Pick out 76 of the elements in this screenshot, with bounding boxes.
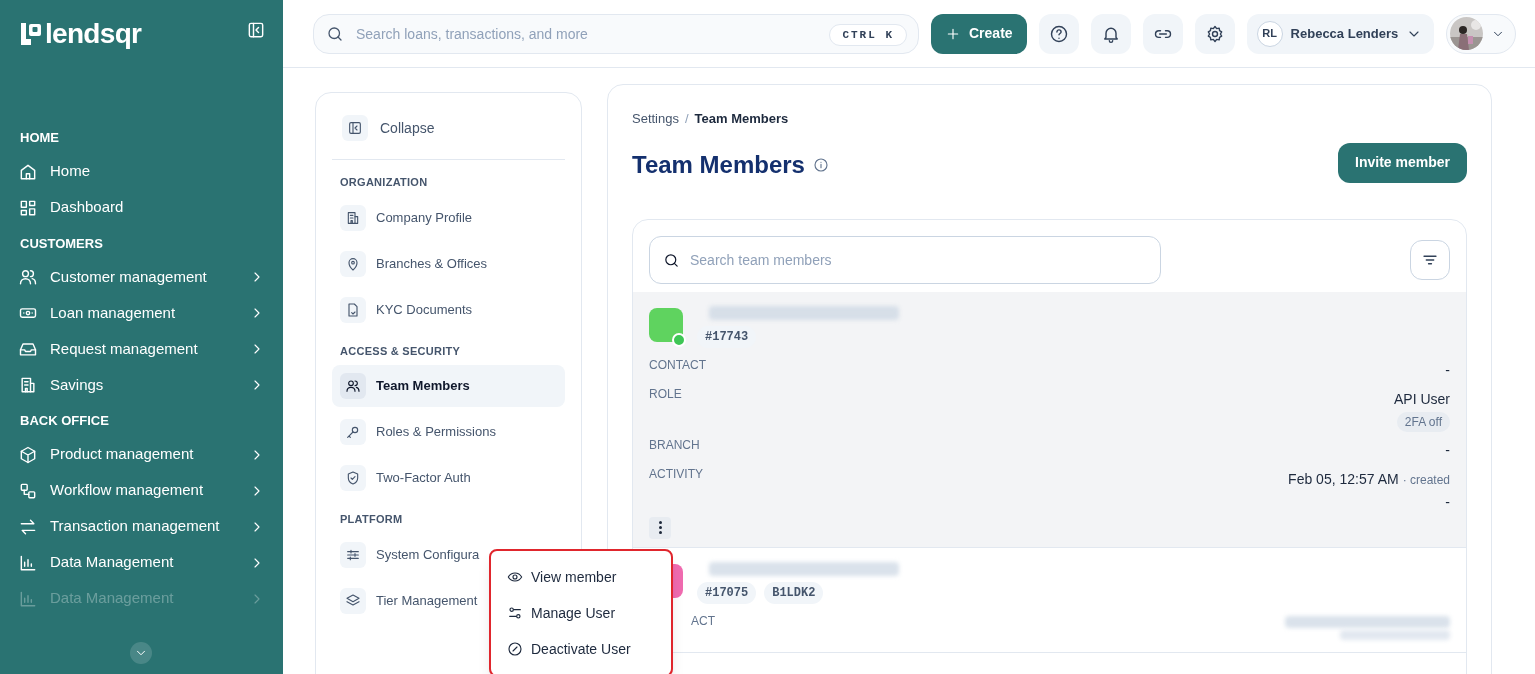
field-label: ACTIVITY <box>649 465 703 483</box>
field-value: - <box>1445 492 1450 512</box>
more-actions-button[interactable] <box>649 516 671 539</box>
sidebar-item[interactable]: Data Management <box>0 544 283 581</box>
users-icon <box>345 378 361 394</box>
settings-nav-item[interactable]: Branches & Offices <box>332 242 565 285</box>
field-value: Feb 05, 12:57 AM <box>1288 469 1399 489</box>
initials-avatar: RL <box>1256 20 1283 47</box>
sidebar-item[interactable]: Transaction management <box>0 508 283 545</box>
location-pin-icon <box>345 255 361 272</box>
two-factor-badge: 2FA off <box>1396 411 1450 432</box>
sidebar-item[interactable]: Workflow management <box>0 472 283 509</box>
search-icon <box>663 251 680 269</box>
logo-mark-icon <box>20 22 42 46</box>
filter-button[interactable] <box>1410 239 1450 280</box>
group-heading: ACCESS & SECURITY <box>339 343 462 359</box>
key-icon <box>345 424 361 440</box>
account-switcher[interactable]: RL Rebecca Lenders <box>1246 13 1435 54</box>
breadcrumb-current: Team Members <box>694 110 789 128</box>
field-value: API User <box>1394 389 1450 409</box>
collapse-sidebar-button[interactable] <box>246 20 266 40</box>
sidebar-item[interactable]: Request management <box>0 331 283 367</box>
settings-nav-item[interactable]: KYC Documents <box>332 288 565 331</box>
cube-icon <box>18 444 38 465</box>
settings-nav-item[interactable]: Two-Factor Auth <box>332 457 565 499</box>
section-heading: CUSTOMERS <box>19 234 104 253</box>
member-id-tag: #17075 <box>697 581 757 604</box>
settings-nav-item[interactable]: Team Members <box>332 365 565 407</box>
sidebar-item[interactable]: Product management <box>0 436 283 473</box>
link-button[interactable] <box>1142 13 1183 54</box>
help-button[interactable] <box>1038 13 1079 54</box>
invite-member-button[interactable]: Invite member <box>1338 142 1467 183</box>
building-icon <box>345 209 361 226</box>
section-heading: HOME <box>19 129 60 147</box>
sidebar-item[interactable]: Dashboard <box>0 189 283 226</box>
collapse-panel-icon <box>347 120 363 136</box>
profile-menu-button[interactable] <box>1446 13 1517 54</box>
settings-button[interactable] <box>1194 13 1235 54</box>
building-icon <box>18 375 38 395</box>
section-heading: BACK OFFICE <box>19 412 110 430</box>
sidebar-item[interactable]: Customer management <box>0 259 283 295</box>
users-icon <box>18 267 38 287</box>
more-vertical-icon <box>658 521 662 534</box>
group-heading: PLATFORM <box>339 512 404 527</box>
field-label: BRANCH <box>649 436 700 454</box>
field-label: CONTACT <box>649 356 707 374</box>
field-value: - <box>1445 360 1450 380</box>
field-value: - <box>1445 440 1450 460</box>
eye-icon <box>507 569 523 585</box>
sliders-icon <box>507 605 523 621</box>
settings-nav-item[interactable]: Roles & Permissions <box>332 411 565 453</box>
field-note: · created <box>1402 471 1450 489</box>
ban-icon <box>507 641 523 657</box>
field-label: ROLE <box>649 385 682 403</box>
logo-text: lendsqr <box>45 20 142 48</box>
sidebar-item[interactable]: Loan management <box>0 295 283 331</box>
sidebar-item[interactable]: Home <box>0 153 283 190</box>
breadcrumb-separator: / <box>685 110 689 128</box>
settings-nav-item[interactable]: Company Profile <box>332 196 565 239</box>
sidebar-item[interactable]: Savings <box>0 367 283 403</box>
document-icon <box>345 301 361 318</box>
create-button[interactable]: Create <box>931 13 1027 54</box>
info-icon <box>812 156 829 173</box>
help-icon <box>1048 23 1069 44</box>
group-heading: ORGANIZATION <box>339 175 429 190</box>
search-icon <box>326 24 344 43</box>
notifications-button[interactable] <box>1090 13 1131 54</box>
page-title: Team Members <box>632 149 805 180</box>
breadcrumb-link[interactable]: Settings <box>632 109 679 129</box>
collapse-panel-icon <box>246 20 266 40</box>
field-label: ACT <box>690 612 715 630</box>
member-search-field[interactable]: Search team members <box>649 235 1161 284</box>
shield-check-icon <box>345 470 361 486</box>
collapse-link[interactable]: Collapse <box>332 109 565 147</box>
member-row[interactable]: #17743 CONTACT - ROLE API User 2FA off BRANCH - ACTIVITY Feb 05, 12:57 AM · created - <box>633 291 1466 548</box>
member-id-tag: B1LDK2 <box>764 581 824 604</box>
